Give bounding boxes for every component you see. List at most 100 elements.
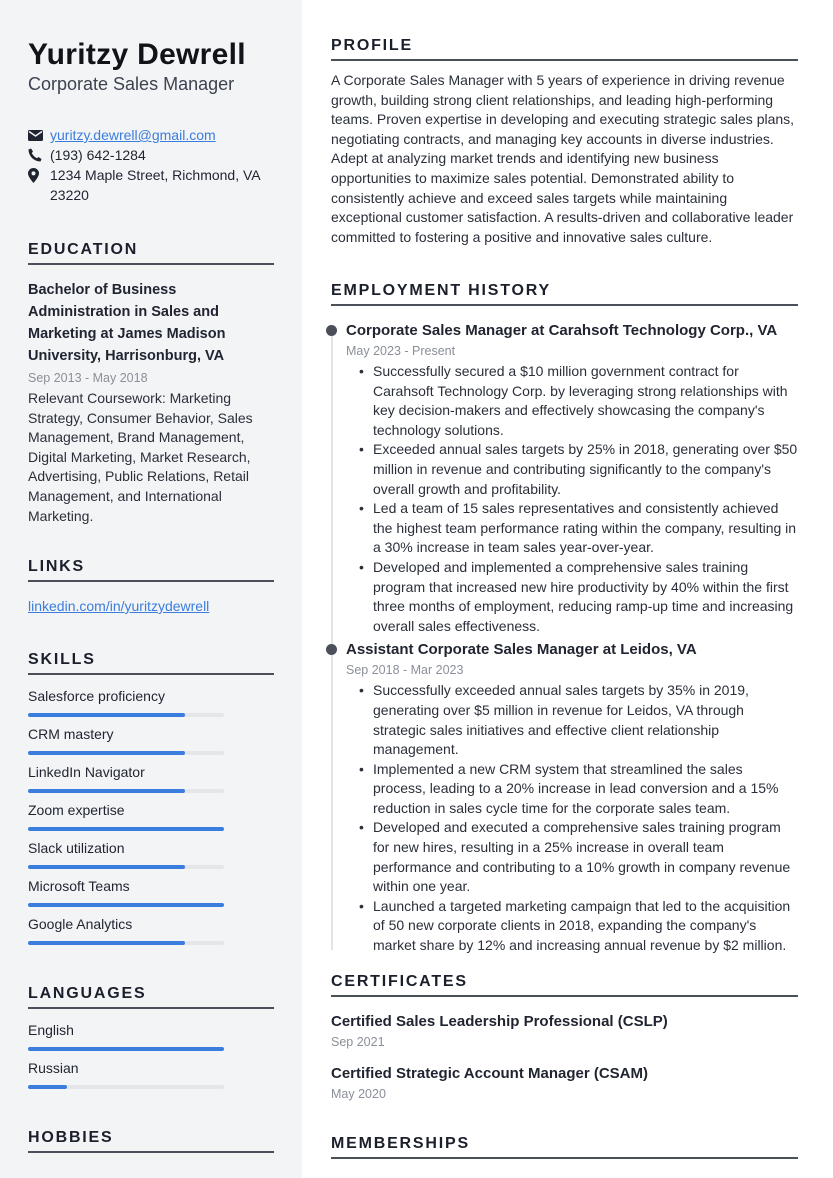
section-heading: LINKS bbox=[28, 558, 274, 582]
education-dates: Sep 2013 - May 2018 bbox=[28, 371, 148, 385]
skill-item-level-fill bbox=[28, 827, 224, 831]
phone-number: (193) 642-1284 bbox=[50, 147, 146, 163]
job-entry: Corporate Sales Manager at Carahsoft Tec… bbox=[326, 320, 798, 636]
memberships-section: MEMBERSHIPS bbox=[331, 1135, 798, 1159]
section-heading: SKILLS bbox=[28, 651, 274, 675]
language-item: English bbox=[28, 1012, 274, 1051]
job-bullet: Exceeded annual sales targets by 25% in … bbox=[359, 440, 798, 499]
skill-item-level-fill bbox=[28, 751, 185, 755]
skill-item-level-fill bbox=[28, 713, 185, 717]
skill-item-level-fill bbox=[28, 865, 185, 869]
skill-item-level-bar bbox=[28, 789, 224, 793]
skill-item-label: CRM mastery bbox=[28, 726, 114, 742]
job-bullets: Successfully secured a $10 million gover… bbox=[346, 362, 798, 636]
links-section: LINKS linkedin.com/in/yuritzydewrell bbox=[28, 558, 274, 616]
profile-summary: A Corporate Sales Manager with 5 years o… bbox=[331, 72, 795, 245]
skill-item: Zoom expertise bbox=[28, 792, 274, 831]
education-section: EDUCATION Bachelor of Business Administr… bbox=[28, 241, 274, 526]
employment-section: EMPLOYMENT HISTORY Corporate Sales Manag… bbox=[326, 282, 798, 956]
job-bullet: Developed and implemented a comprehensiv… bbox=[359, 558, 798, 636]
job-bullet: Led a team of 15 sales representatives a… bbox=[359, 499, 798, 558]
skill-item: Salesforce proficiency bbox=[28, 678, 274, 717]
section-heading: EDUCATION bbox=[28, 241, 274, 265]
job-bullet: Implemented a new CRM system that stream… bbox=[359, 760, 798, 819]
skill-item: CRM mastery bbox=[28, 716, 274, 755]
envelope-icon bbox=[28, 125, 50, 145]
section-heading: HOBBIES bbox=[28, 1129, 274, 1153]
certificates-section: CERTIFICATES Certified Sales Leadership … bbox=[331, 973, 798, 1103]
map-pin-icon bbox=[28, 165, 50, 185]
skill-item-label: Zoom expertise bbox=[28, 802, 125, 818]
skill-item: Google Analytics bbox=[28, 906, 274, 945]
skill-item: Microsoft Teams bbox=[28, 868, 274, 907]
skill-item-level-fill bbox=[28, 789, 185, 793]
skill-item-label: Salesforce proficiency bbox=[28, 688, 165, 704]
skill-item-level-fill bbox=[28, 941, 185, 945]
job-title: Assistant Corporate Sales Manager at Lei… bbox=[346, 641, 697, 659]
language-item-level-fill bbox=[28, 1085, 68, 1089]
contact-email: yuritzy.dewrell@gmail.com bbox=[28, 125, 278, 145]
skill-item-label: Microsoft Teams bbox=[28, 878, 130, 894]
skill-item-level-bar bbox=[28, 827, 224, 831]
language-item-level-fill bbox=[28, 1047, 224, 1051]
job-bullet: Developed and executed a comprehensive s… bbox=[359, 818, 798, 896]
contact-info: yuritzy.dewrell@gmail.com (193) 642-1284… bbox=[28, 125, 278, 205]
language-item: Russian bbox=[28, 1050, 274, 1089]
skill-item-level-bar bbox=[28, 865, 224, 869]
section-heading: CERTIFICATES bbox=[331, 973, 798, 997]
skill-item-level-fill bbox=[28, 903, 224, 907]
certificates-list: Certified Sales Leadership Professional … bbox=[331, 1011, 798, 1103]
skills-list: Salesforce proficiency CRM mastery LinkedI… bbox=[28, 678, 274, 945]
linkedin-link[interactable]: linkedin.com/in/yuritzydewrell bbox=[28, 598, 209, 614]
timeline-dot bbox=[326, 644, 337, 656]
section-heading: MEMBERSHIPS bbox=[331, 1135, 798, 1159]
sidebar: Yuritzy Dewrell Corporate Sales Manager … bbox=[0, 0, 302, 1178]
section-heading: EMPLOYMENT HISTORY bbox=[331, 282, 798, 306]
education-description: Relevant Coursework: Marketing Strategy,… bbox=[28, 390, 253, 524]
skills-section: SKILLS Salesforce proficiency CRM mastery… bbox=[28, 651, 274, 945]
skill-item-level-bar bbox=[28, 903, 224, 907]
candidate-title: Corporate Sales Manager bbox=[28, 74, 235, 94]
candidate-name: Yuritzy Dewrell bbox=[28, 38, 246, 71]
employment-timeline: Corporate Sales Manager at Carahsoft Tec… bbox=[326, 320, 798, 956]
phone-icon bbox=[28, 145, 50, 165]
contact-address: 1234 Maple Street, Richmond, VA 23220 bbox=[28, 165, 278, 205]
profile-section: PROFILE A Corporate Sales Manager with 5… bbox=[331, 37, 798, 247]
email-link[interactable]: yuritzy.dewrell@gmail.com bbox=[50, 125, 216, 145]
languages-list: English Russian bbox=[28, 1012, 274, 1089]
job-dates: May 2023 - Present bbox=[346, 344, 456, 358]
skill-item-label: Slack utilization bbox=[28, 840, 125, 856]
job-title: Corporate Sales Manager at Carahsoft Tec… bbox=[346, 322, 778, 339]
certificate-item: Certified Strategic Account Manager (CSA… bbox=[331, 1063, 798, 1103]
job-bullet: Successfully exceeded annual sales targe… bbox=[359, 681, 798, 759]
skill-item: LinkedIn Navigator bbox=[28, 754, 274, 793]
certificate-name: Certified Strategic Account Manager (CSA… bbox=[331, 1065, 648, 1082]
skill-item: Slack utilization bbox=[28, 830, 274, 869]
certificate-name: Certified Sales Leadership Professional … bbox=[331, 1013, 668, 1030]
skill-item-label: LinkedIn Navigator bbox=[28, 764, 145, 780]
job-bullet: Successfully secured a $10 million gover… bbox=[359, 362, 798, 440]
timeline-dot bbox=[326, 325, 337, 336]
education-degree: Bachelor of Business Administration in S… bbox=[28, 282, 226, 364]
job-entry: Assistant Corporate Sales Manager at Lei… bbox=[326, 639, 798, 955]
language-item-label: Russian bbox=[28, 1060, 79, 1076]
language-item-label: English bbox=[28, 1022, 74, 1038]
language-item-level-bar bbox=[28, 1085, 224, 1089]
certificate-item: Certified Sales Leadership Professional … bbox=[331, 1011, 798, 1051]
job-dates: Sep 2018 - Mar 2023 bbox=[346, 663, 464, 678]
certificate-date: May 2020 bbox=[331, 1087, 386, 1101]
skill-item-level-bar bbox=[28, 713, 224, 717]
skill-item-label: Google Analytics bbox=[28, 916, 133, 932]
languages-section: LANGUAGES English Russian bbox=[28, 985, 274, 1089]
skill-item-level-bar bbox=[28, 751, 224, 755]
section-heading: PROFILE bbox=[331, 37, 798, 61]
address: 1234 Maple Street, Richmond, VA 23220 bbox=[50, 167, 260, 203]
job-bullet: Launched a targeted marketing campaign t… bbox=[359, 897, 798, 956]
section-heading: LANGUAGES bbox=[28, 985, 274, 1009]
job-bullets: Successfully exceeded annual sales targe… bbox=[346, 681, 798, 955]
hobbies-section: HOBBIES bbox=[28, 1129, 274, 1153]
contact-phone: (193) 642-1284 bbox=[28, 145, 278, 165]
certificate-date: Sep 2021 bbox=[331, 1035, 385, 1049]
language-item-level-bar bbox=[28, 1047, 224, 1051]
skill-item-level-bar bbox=[28, 941, 224, 945]
